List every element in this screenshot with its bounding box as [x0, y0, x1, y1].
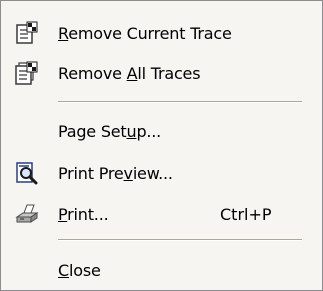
menu-item-shortcut: Ctrl+P — [220, 204, 272, 224]
menu-item-label: Print Preview... — [58, 163, 173, 183]
menu-item-print[interactable]: Print... Ctrl+P — [1, 197, 322, 231]
print-preview-icon — [14, 160, 40, 186]
remove-trace-icon — [14, 20, 40, 46]
menu-item-label: Print... — [58, 204, 109, 224]
menu-item-label: Close — [58, 260, 101, 280]
menu-item-label: Remove All Traces — [58, 63, 201, 83]
menu-item-print-preview[interactable]: Print Preview... — [1, 156, 322, 190]
menu-item-label: Page Setup... — [58, 121, 162, 141]
menu-item-close[interactable]: Close — [1, 253, 322, 287]
menu-item-label: Remove Current Trace — [58, 23, 232, 43]
context-menu: Remove Current Trace Remove All Traces P… — [0, 0, 323, 291]
printer-icon — [14, 201, 40, 227]
remove-all-traces-icon — [14, 60, 40, 86]
menu-item-remove-current-trace[interactable]: Remove Current Trace — [1, 16, 322, 50]
menu-item-page-setup[interactable]: Page Setup... — [1, 114, 322, 148]
menu-item-remove-all-traces[interactable]: Remove All Traces — [1, 56, 322, 90]
menu-separator — [58, 239, 302, 241]
menu-separator — [58, 101, 302, 103]
